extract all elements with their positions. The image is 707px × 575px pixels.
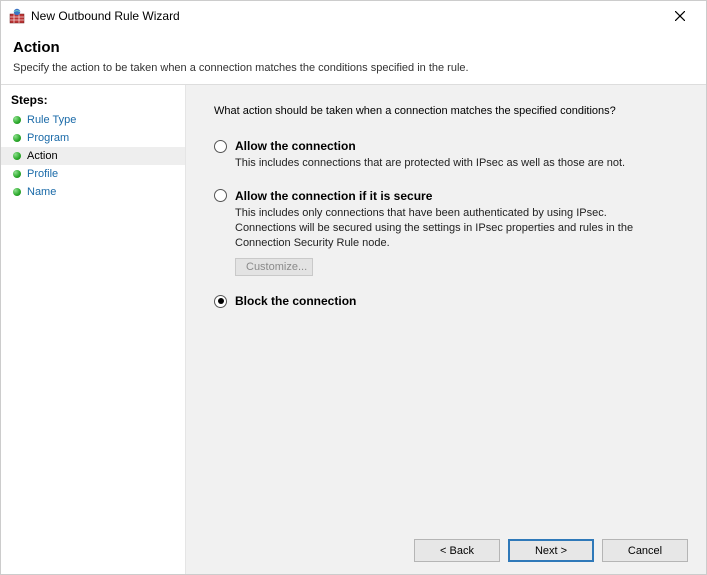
- step-name[interactable]: Name: [1, 183, 185, 201]
- page-subtitle: Specify the action to be taken when a co…: [13, 62, 694, 74]
- cancel-button[interactable]: Cancel: [602, 539, 688, 562]
- radio-allow[interactable]: [214, 140, 227, 153]
- option-title: Allow the connection: [235, 139, 356, 153]
- step-bullet-icon: [13, 134, 21, 142]
- close-button[interactable]: [660, 2, 700, 30]
- option-title: Allow the connection if it is secure: [235, 189, 432, 203]
- header-section: Action Specify the action to be taken wh…: [1, 31, 706, 84]
- step-label: Action: [27, 150, 58, 162]
- step-label: Program: [27, 132, 69, 144]
- step-program[interactable]: Program: [1, 129, 185, 147]
- steps-heading: Steps:: [1, 91, 185, 111]
- step-bullet-icon: [13, 188, 21, 196]
- option-description: This includes connections that are prote…: [235, 156, 665, 171]
- step-rule-type[interactable]: Rule Type: [1, 111, 185, 129]
- main-panel: What action should be taken when a conne…: [186, 85, 706, 574]
- action-prompt: What action should be taken when a conne…: [214, 105, 688, 117]
- titlebar: New Outbound Rule Wizard: [1, 1, 706, 31]
- option-title: Block the connection: [235, 294, 356, 308]
- step-bullet-icon: [13, 170, 21, 178]
- firewall-icon: [9, 8, 25, 24]
- option-description: This includes only connections that have…: [235, 206, 665, 251]
- wizard-window: New Outbound Rule Wizard Action Specify …: [0, 0, 707, 575]
- step-action[interactable]: Action: [1, 147, 185, 165]
- step-bullet-icon: [13, 152, 21, 160]
- back-button[interactable]: < Back: [414, 539, 500, 562]
- page-heading: Action: [13, 39, 694, 56]
- window-title: New Outbound Rule Wizard: [31, 9, 180, 23]
- radio-allow-secure[interactable]: [214, 189, 227, 202]
- radio-block[interactable]: [214, 295, 227, 308]
- step-label: Profile: [27, 168, 58, 180]
- next-button[interactable]: Next >: [508, 539, 594, 562]
- customize-button: Customize...: [235, 258, 313, 276]
- option-allow-secure: Allow the connection if it is secure Thi…: [214, 189, 688, 277]
- close-icon: [675, 11, 685, 21]
- body: Steps: Rule Type Program Action Profile …: [1, 85, 706, 574]
- step-label: Name: [27, 186, 56, 198]
- steps-sidebar: Steps: Rule Type Program Action Profile …: [1, 85, 186, 574]
- option-block: Block the connection: [214, 294, 688, 308]
- wizard-footer: < Back Next > Cancel: [214, 527, 688, 562]
- option-allow: Allow the connection This includes conne…: [214, 139, 688, 171]
- step-profile[interactable]: Profile: [1, 165, 185, 183]
- step-label: Rule Type: [27, 114, 76, 126]
- step-bullet-icon: [13, 116, 21, 124]
